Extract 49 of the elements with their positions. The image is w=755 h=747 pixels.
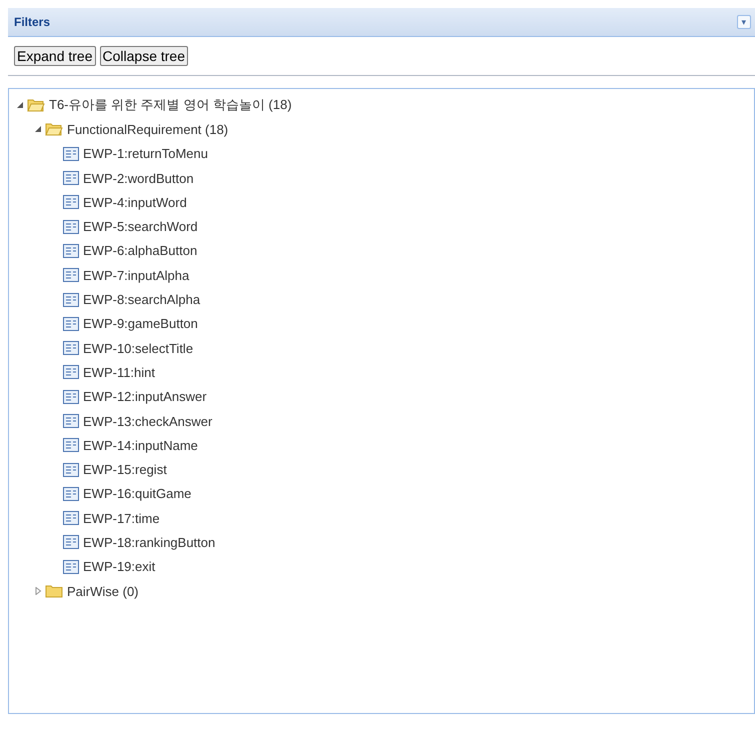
folder-label[interactable]: T6-유아를 위한 주제별 영어 학습놀이 (18) xyxy=(47,96,292,114)
folder-label[interactable]: FunctionalRequirement (18) xyxy=(65,122,228,137)
requirement-icon xyxy=(63,414,79,428)
requirement-label[interactable]: EWP-15:regist xyxy=(81,462,167,478)
requirement-icon xyxy=(63,390,79,404)
requirement-label[interactable]: EWP-8:searchAlpha xyxy=(81,292,200,308)
requirement-label[interactable]: EWP-11:hint xyxy=(81,364,156,380)
requirement-label[interactable]: EWP-7:inputAlpha xyxy=(81,268,190,283)
requirement-icon xyxy=(63,244,79,258)
requirement-label[interactable]: EWP-10:selectTitle xyxy=(81,340,194,356)
requirement-icon xyxy=(63,438,79,452)
requirement-label[interactable]: EWP-13:checkAnswer xyxy=(81,414,212,428)
requirement-icon xyxy=(63,535,79,550)
requirement-label[interactable]: EWP-5:searchWord xyxy=(81,219,198,234)
requirement-label[interactable]: EWP-18:rankingButton xyxy=(81,534,216,550)
requirement-label[interactable]: EWP-16:quitGame xyxy=(81,486,192,502)
requirement-icon xyxy=(63,195,79,210)
folder-label[interactable]: PairWise (0) xyxy=(65,584,139,599)
requirement-icon xyxy=(63,171,79,186)
expanded-arrow-icon[interactable] xyxy=(34,125,42,134)
tree-button[interactable]: Expand tree xyxy=(14,46,96,66)
tree-button[interactable]: Collapse tree xyxy=(100,46,188,66)
requirement-icon xyxy=(63,220,79,234)
requirement-label[interactable]: EWP-4:inputWord xyxy=(81,194,187,210)
requirement-icon xyxy=(63,292,79,307)
requirement-icon xyxy=(63,511,79,526)
requirement-icon xyxy=(63,341,79,356)
requirement-icon xyxy=(63,486,79,501)
open-folder-icon xyxy=(45,122,63,136)
expanded-arrow-icon[interactable] xyxy=(16,101,24,110)
requirement-icon xyxy=(63,146,79,161)
requirement-label[interactable]: EWP-6:alphaButton xyxy=(81,243,198,258)
requirement-label[interactable]: EWP-2:wordButton xyxy=(81,170,194,186)
requirement-icon xyxy=(63,316,79,331)
requirement-icon xyxy=(63,462,79,477)
requirement-label[interactable]: EWP-17:time xyxy=(81,510,160,526)
panel-title: Filters xyxy=(14,15,50,29)
requirement-label[interactable]: EWP-1:returnToMenu xyxy=(81,146,208,162)
collapsed-arrow-icon[interactable] xyxy=(34,587,42,596)
requirement-label[interactable]: EWP-19:exit xyxy=(81,559,156,574)
requirement-icon xyxy=(63,560,79,574)
open-folder-icon xyxy=(27,98,45,112)
folder-icon xyxy=(45,584,63,598)
requirement-icon xyxy=(63,365,79,380)
requirement-label[interactable]: EWP-14:inputName xyxy=(81,438,198,453)
requirement-label[interactable]: EWP-12:inputAnswer xyxy=(81,389,207,404)
requirement-icon xyxy=(63,268,79,282)
requirement-label[interactable]: EWP-9:gameButton xyxy=(81,316,198,332)
collapse-button[interactable]: ▾ xyxy=(737,15,751,29)
